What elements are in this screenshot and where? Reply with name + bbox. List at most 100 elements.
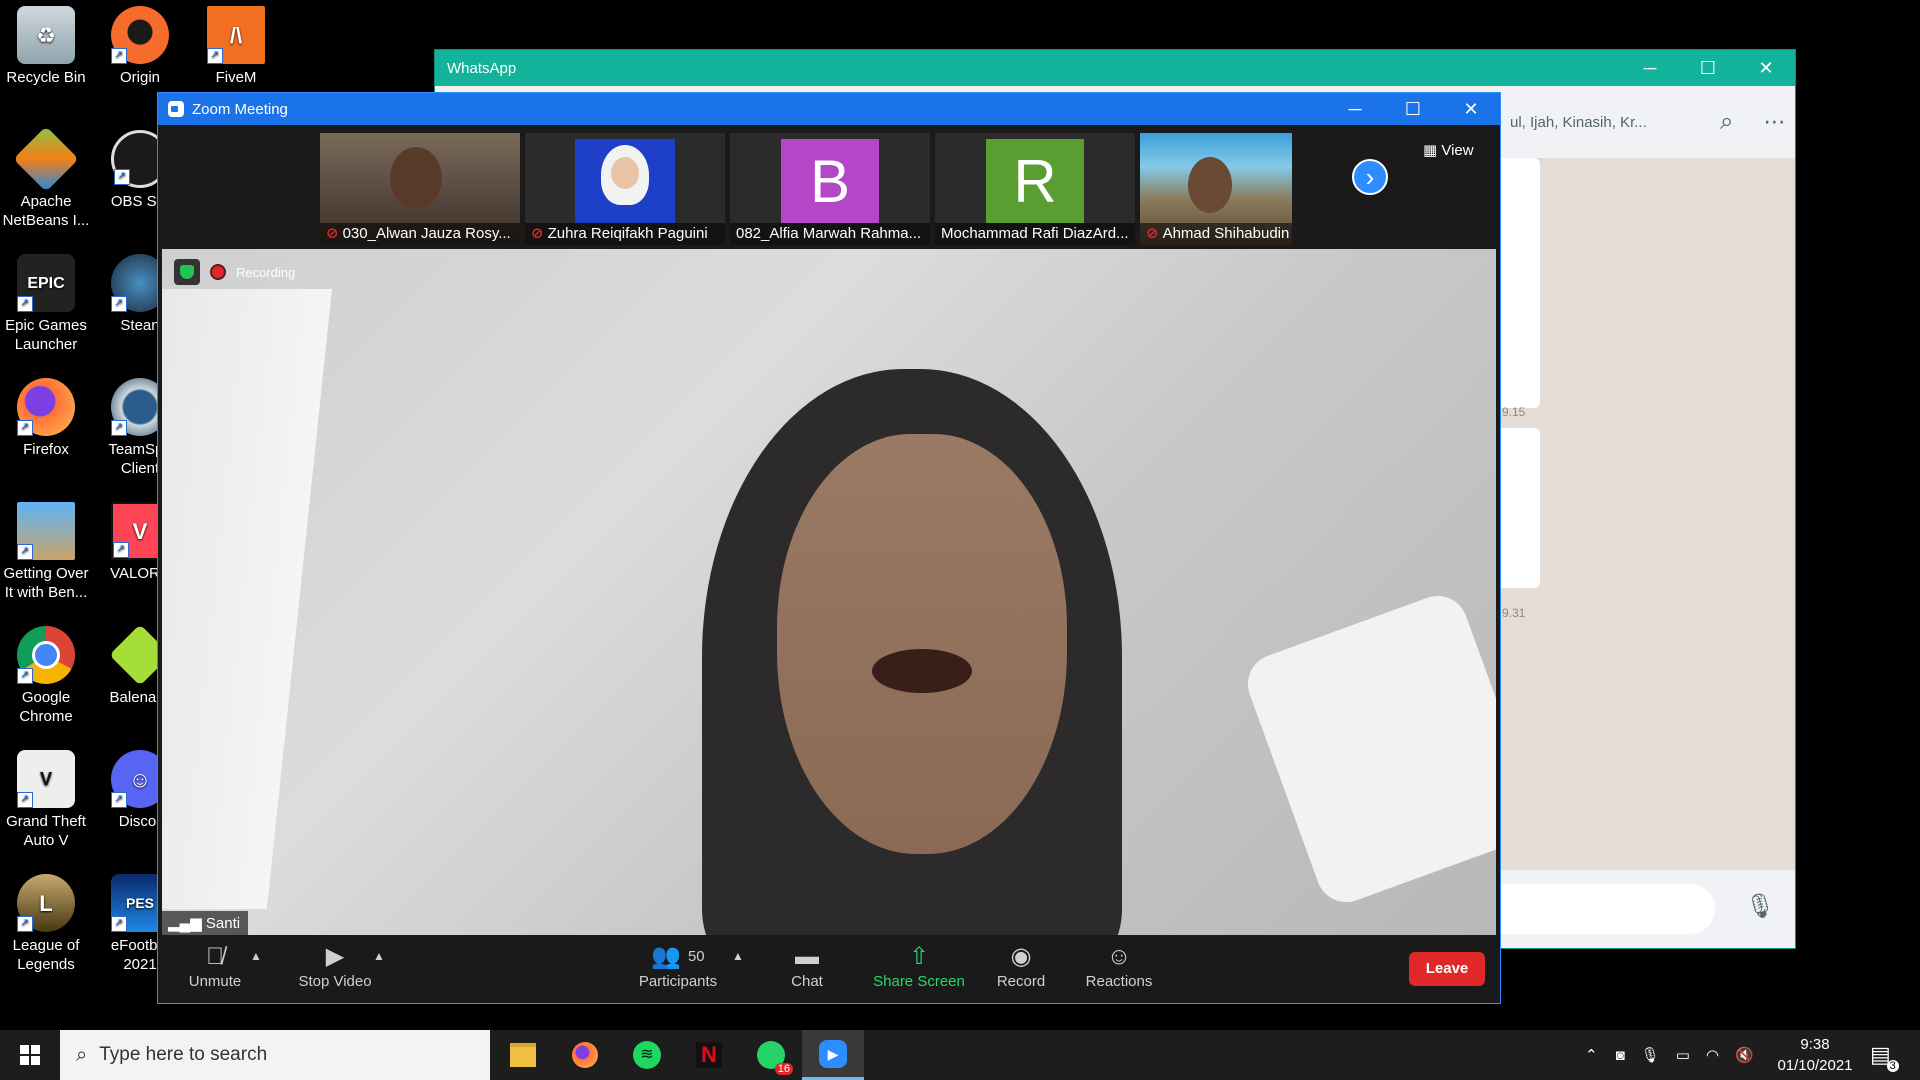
video-options-chevron-icon[interactable]: ▲ <box>373 949 385 963</box>
signal-icon: ▂▄▆ <box>168 915 206 932</box>
shortcut-label: Google Chrome <box>19 689 73 725</box>
participant-thumbnail[interactable]: ⊘ Zuhra Reiqifakh Paguini <box>525 133 725 245</box>
record-button[interactable]: ◉ Record <box>986 941 1056 990</box>
fivem-shortcut[interactable]: /\ ↗ FiveM <box>190 0 282 87</box>
participants-options-chevron-icon[interactable]: ▲ <box>732 949 744 963</box>
shortcut-label: Recycle Bin <box>6 69 86 86</box>
shortcut-label: Epic Games Launcher <box>5 317 87 353</box>
shortcut-label: Getting Over It with Ben... <box>3 565 89 601</box>
participant-name: Ahmad Shihabudin <box>1162 225 1290 242</box>
zoom-title: Zoom Meeting <box>192 100 288 118</box>
message-bubble <box>1500 158 1540 408</box>
taskbar-clock[interactable]: 9:38 01/10/2021 <box>1775 1034 1855 1076</box>
zoom-title-bar[interactable]: Zoom Meeting ─ ☐ ✕ <box>158 93 1500 125</box>
wifi-icon[interactable]: ◠ <box>1706 1046 1719 1064</box>
search-icon: ⌕ <box>76 1043 88 1066</box>
participant-avatar: B <box>781 139 879 223</box>
league-of-legends-shortcut[interactable]: L ↗ League of Legends <box>0 868 92 974</box>
smiley-plus-icon: ☺ <box>1106 943 1132 970</box>
view-button[interactable]: ▦ View <box>1423 141 1474 159</box>
recycle-bin-shortcut[interactable]: ♻ Recycle Bin <box>0 0 92 87</box>
action-center-button[interactable]: ▤ 3 <box>1870 1030 1899 1080</box>
whatsapp-title-bar[interactable]: WhatsApp ─ ☐ ✕ <box>435 50 1795 86</box>
share-screen-icon: ⇧ <box>908 943 930 970</box>
netflix-icon: N <box>696 1042 722 1068</box>
message-input[interactable] <box>1500 884 1715 934</box>
audio-options-chevron-icon[interactable]: ▲ <box>250 949 262 963</box>
leave-button[interactable]: Leave <box>1409 952 1485 986</box>
participant-thumbnail[interactable]: ⊘ 030_Alwan Jauza Rosy... <box>320 133 520 245</box>
chair-background <box>1239 587 1496 911</box>
shortcut-label: Apache NetBeans I... <box>2 193 90 229</box>
participants-label: Participants <box>638 973 718 990</box>
speaker-mouth <box>872 649 972 693</box>
taskbar-whatsapp[interactable]: 16 <box>740 1030 802 1080</box>
epic-games-shortcut[interactable]: EPIC ↗ Epic Games Launcher <box>0 248 92 354</box>
epic-games-icon: EPIC ↗ <box>17 254 75 312</box>
chrome-shortcut[interactable]: ↗ Google Chrome <box>0 620 92 726</box>
security-shield-icon[interactable] <box>174 259 200 285</box>
minimize-button[interactable]: ─ <box>1621 58 1679 79</box>
taskbar-zoom[interactable]: ▶ <box>802 1030 864 1080</box>
netbeans-icon <box>13 126 79 192</box>
participants-count: 50 <box>687 948 705 965</box>
clock-time: 9:38 <box>1800 1036 1830 1053</box>
participant-thumbnail[interactable]: R Mochammad Rafi DiazArd... <box>935 133 1135 245</box>
zoom-meeting-window[interactable]: Zoom Meeting ─ ☐ ✕ ⊘ 030_Alwan Jauza Rosy… <box>157 92 1501 1004</box>
netbeans-shortcut[interactable]: Apache NetBeans I... <box>0 124 92 230</box>
record-label: Record <box>996 973 1046 990</box>
taskbar-firefox[interactable] <box>554 1030 616 1080</box>
next-page-button[interactable]: › <box>1352 159 1388 195</box>
participants-icon: 👥 <box>651 943 682 970</box>
message-bubble <box>1500 428 1540 588</box>
message-time: 9.15 <box>1502 405 1526 419</box>
chrome-icon: ↗ <box>17 626 75 684</box>
getting-over-it-shortcut[interactable]: ↗ Getting Over It with Ben... <box>0 496 92 602</box>
participant-video <box>575 139 675 223</box>
taskbar-netflix[interactable]: N <box>678 1030 740 1080</box>
speaker-name-tag: ▂▄▆ Santi <box>162 911 249 935</box>
maximize-button[interactable]: ☐ <box>1679 58 1737 79</box>
taskbar-search-box[interactable]: ⌕ Type here to search <box>60 1030 490 1080</box>
league-of-legends-icon: L ↗ <box>17 874 75 932</box>
battery-icon[interactable]: ▭ <box>1676 1046 1690 1064</box>
unread-badge: 16 <box>774 1063 793 1075</box>
active-speaker-video: Recording ▂▄▆ Santi <box>162 249 1496 935</box>
chat-area: 9.15 9.31 <box>1500 158 1795 913</box>
origin-shortcut[interactable]: ↗ Origin <box>94 0 186 87</box>
taskbar-file-explorer[interactable] <box>492 1030 554 1080</box>
notification-icon: ▤ 3 <box>1870 1042 1899 1072</box>
menu-icon[interactable]: ⋯ <box>1763 109 1785 135</box>
zoom-logo-icon <box>168 101 184 117</box>
unmute-button[interactable]: 🎙̸ Unmute <box>180 941 250 990</box>
show-hidden-icons-chevron-icon[interactable]: ⌃ <box>1585 1046 1598 1064</box>
zoom-icon: ▶ <box>819 1039 847 1068</box>
minimize-button[interactable]: ─ <box>1326 99 1384 120</box>
reactions-button[interactable]: ☺ Reactions <box>1074 941 1164 990</box>
meeting-toolbar: 🎙̸ Unmute ▲ ▶ Stop Video ▲ 👥 50 Particip… <box>158 935 1500 1003</box>
volume-muted-icon[interactable]: 🔇 <box>1735 1046 1754 1064</box>
search-icon[interactable]: ⌕ <box>1720 108 1733 136</box>
microphone-icon[interactable]: 🎙 <box>1641 1046 1660 1064</box>
participant-thumbnail[interactable]: ⊘ Ahmad Shihabudin <box>1140 133 1292 245</box>
start-button[interactable] <box>0 1030 60 1080</box>
close-button[interactable]: ✕ <box>1442 99 1500 120</box>
participants-button[interactable]: 👥 50 Participants <box>626 941 730 990</box>
chat-bubble-icon: ▬ <box>795 943 819 970</box>
gta-v-shortcut[interactable]: V ↗ Grand Theft Auto V <box>0 744 92 850</box>
group-members: ul, Ijah, Kinasih, Kr... <box>1510 113 1647 131</box>
webcam-icon[interactable]: ◙ <box>1616 1047 1625 1064</box>
chat-header[interactable]: ul, Ijah, Kinasih, Kr... ⌕ ⋯ <box>1500 86 1795 158</box>
search-placeholder: Type here to search <box>99 1044 268 1065</box>
whatsapp-icon: 16 <box>757 1041 793 1075</box>
taskbar-spotify[interactable]: ≋ <box>616 1030 678 1080</box>
maximize-button[interactable]: ☐ <box>1384 99 1442 120</box>
close-button[interactable]: ✕ <box>1737 58 1795 79</box>
chat-button[interactable]: ▬ Chat <box>772 941 842 990</box>
firefox-shortcut[interactable]: ↗ Firefox <box>0 372 92 459</box>
participant-thumbnail[interactable]: B 082_Alfia Marwah Rahma... <box>730 133 930 245</box>
microphone-icon[interactable]: 🎙 <box>1745 892 1775 921</box>
clock-date: 01/10/2021 <box>1777 1057 1853 1074</box>
participant-strip: ⊘ 030_Alwan Jauza Rosy... ⊘ Zuhra Reiqifak… <box>158 133 1500 245</box>
share-screen-button[interactable]: ⇧ Share Screen <box>864 941 974 990</box>
